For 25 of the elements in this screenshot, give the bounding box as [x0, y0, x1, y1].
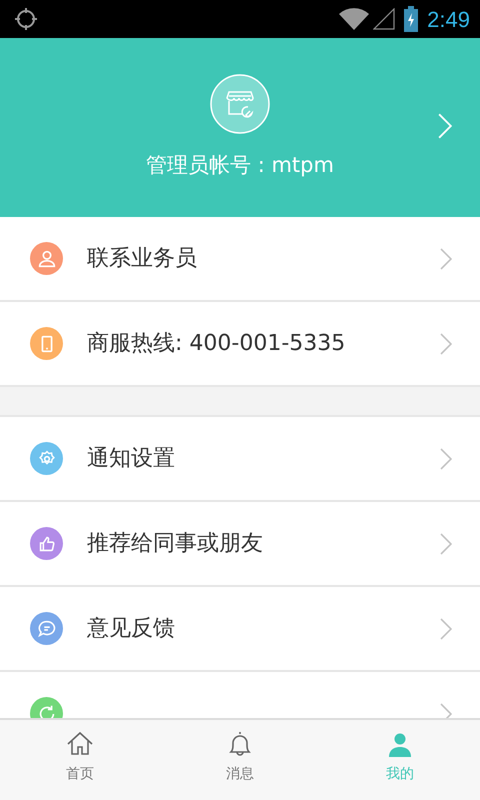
chevron-icon: [438, 112, 452, 140]
chevron-icon: [440, 446, 452, 470]
menu-item[interactable]: 商服热线: 400-001-5335: [0, 302, 480, 387]
clock-time: 2:49: [427, 6, 470, 34]
battery-icon: [403, 6, 420, 32]
chevron-icon: [440, 616, 452, 640]
menu-label: 商服热线: 400-001-5335: [87, 330, 346, 358]
menu-item[interactable]: 意见反馈: [0, 587, 480, 672]
tab-item[interactable]: 消息: [160, 720, 320, 800]
menu-item[interactable]: 联系业务员: [0, 217, 480, 302]
location-icon: [14, 7, 38, 31]
account-name: 管理员帐号 : mtpm: [146, 152, 334, 179]
wifi-icon: [339, 8, 370, 30]
store-icon: [210, 74, 270, 134]
menu-label: 通知设置: [87, 445, 176, 473]
chevron-icon: [440, 532, 452, 556]
menu-item[interactable]: 通知设置: [0, 417, 480, 502]
menu-label: 联系业务员: [87, 245, 198, 273]
tab-item[interactable]: 首页: [0, 720, 160, 800]
menu-item[interactable]: 推荐给同事或朋友: [0, 502, 480, 587]
menu-label: 意见反馈: [87, 615, 176, 643]
menu-label: 推荐给同事或朋友: [87, 530, 264, 558]
chevron-icon: [440, 246, 452, 270]
signal-icon: [373, 8, 396, 30]
chevron-icon: [440, 332, 452, 356]
